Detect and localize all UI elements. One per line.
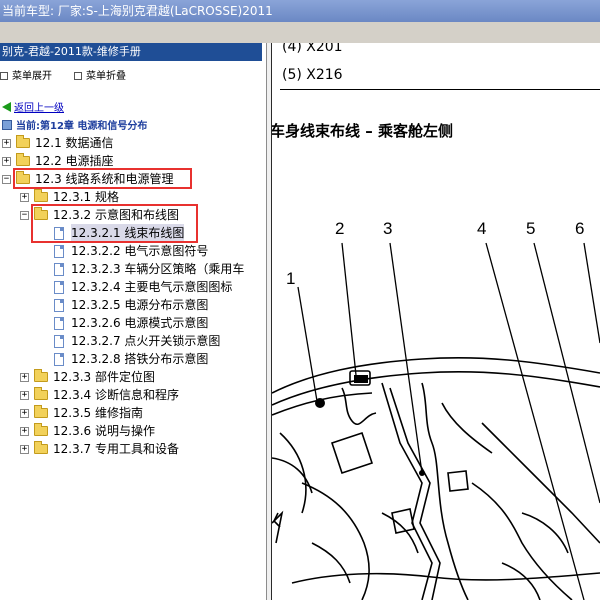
tree-item-label: 12.3.7 专用工具和设备 [53,442,179,456]
highlight-box-12-3-2 [31,204,198,243]
collapse-menu-button[interactable]: 菜单折叠 [74,67,126,82]
harness-diagram [272,242,600,600]
content-pane: (4) X201 (5) X216 车身线束布线 – 乘客舱左侧 1 2 3 4… [272,43,600,600]
callout-2: 2 [335,219,345,238]
tree-item-label: 12.3.3 部件定位图 [53,370,155,384]
document-icon [54,299,64,312]
back-link-label: 返回上一级 [14,103,64,114]
document-icon [54,281,64,294]
collapse-icon [74,72,82,80]
diagram-connectors [315,375,425,476]
document-icon [54,317,64,330]
tree-item-label: 12.3.2.7 点火开关锁示意图 [71,334,221,348]
document-icon [54,335,64,348]
tree-item-label: 12.3.2.5 电源分布示意图 [71,298,209,312]
tree-item-label: 12.3.2.8 搭铁分布示意图 [71,352,209,366]
collapse-node-icon[interactable]: − [2,175,11,184]
expand-node-icon[interactable]: + [20,391,29,400]
tree-item-label: 12.3.5 维修指南 [53,406,143,420]
manual-title: 别克-君越-2011款-维修手册 [0,43,262,61]
callout-3: 3 [383,219,393,238]
highlight-box-12-3 [13,168,192,189]
tree-item-label: 12.3.2.6 电源模式示意图 [71,316,209,330]
tree-item-label: 12.3.6 说明与操作 [53,424,155,438]
collapse-node-icon[interactable]: − [20,211,29,220]
expand-node-icon[interactable]: + [20,193,29,202]
tree-item-label: 12.3.2.4 主要电气示意图图标 [71,280,233,294]
navigation-pane: 别克-君越-2011款-维修手册 菜单展开 菜单折叠 返回上一级 当前:第12章… [0,43,266,600]
collapse-menu-label: 菜单折叠 [86,71,126,82]
back-arrow-icon [2,102,11,112]
computer-icon [2,120,12,130]
callout-5: 5 [526,219,536,238]
folder-icon [16,153,30,166]
folder-icon [16,135,30,148]
expand-node-icon[interactable]: + [20,373,29,382]
folder-icon [34,189,48,202]
current-chapter: 当前:第12章 电源和信号分布 [2,117,147,132]
expand-menu-button[interactable]: 菜单展开 [0,67,52,82]
expand-node-icon[interactable]: + [2,157,11,166]
expand-node-icon[interactable]: + [2,139,11,148]
current-chapter-label: 当前:第12章 电源和信号分布 [16,121,148,132]
tree-item-label: 12.1 数据通信 [35,136,114,150]
tree-item-label: 12.3.4 诊断信息和程序 [53,388,179,402]
expand-icon [0,72,8,80]
tree-item-label: 12.3.2.2 电气示意图符号 [71,244,209,258]
folder-icon [34,423,48,436]
document-icon [54,245,64,258]
callout-4: 4 [477,219,487,238]
folder-icon [34,405,48,418]
document-icon [54,353,64,366]
document-icon [54,263,64,276]
expand-menu-label: 菜单展开 [12,71,52,82]
window-title: 当前车型: 厂家:S-上海别克君越(LaCROSSE)2011 [0,0,600,22]
folder-icon [34,369,48,382]
expand-node-icon[interactable]: + [20,427,29,436]
callout-1: 1 [286,269,296,288]
tree-item-label: 12.3.2.3 车辆分区策略（乘用车 [71,262,245,276]
callout-6: 6 [575,219,585,238]
expand-node-icon[interactable]: + [20,409,29,418]
folder-icon [34,441,48,454]
back-link[interactable]: 返回上一级 [2,99,64,114]
expand-node-icon[interactable]: + [20,445,29,454]
folder-icon [34,387,48,400]
